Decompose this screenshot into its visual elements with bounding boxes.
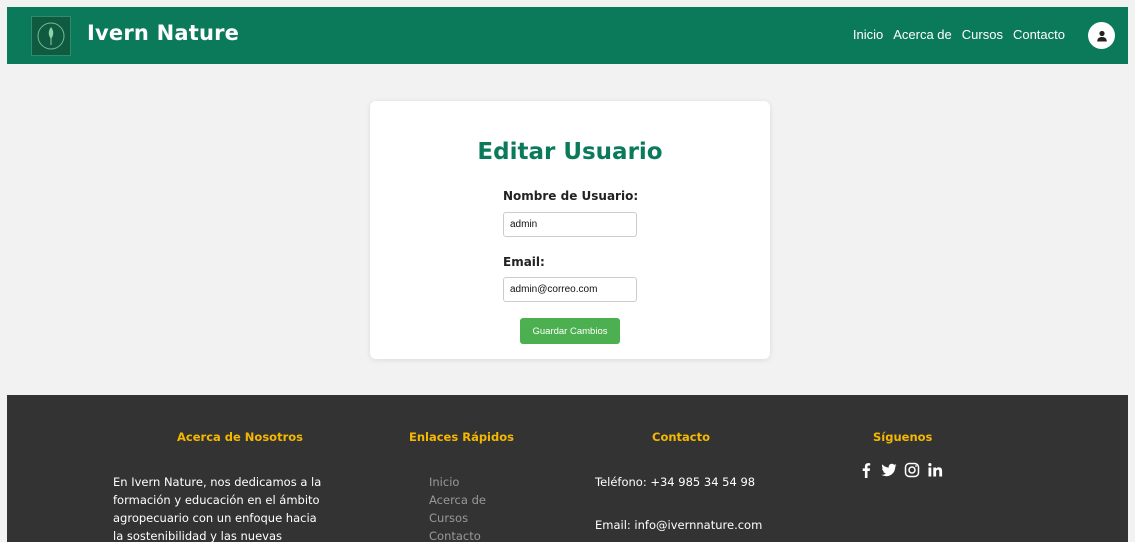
instagram-icon[interactable] [903,461,921,479]
footer-links-heading: Enlaces Rápidos [409,430,514,444]
nav-link-inicio[interactable]: Inicio [853,27,883,42]
logo-icon [37,22,65,50]
footer-links-list: Inicio Acerca de Cursos Contacto [429,473,486,542]
footer: Acerca de Nosotros En Ivern Nature, nos … [7,395,1128,542]
page-title: Editar Usuario [477,139,663,165]
twitter-icon[interactable] [880,461,898,479]
about-line: formación y educación en el ámbito [113,493,320,507]
social-links [857,461,944,479]
footer-link-contacto[interactable]: Contacto [429,527,486,542]
top-navbar: Ivern Nature Inicio Acerca de Cursos Con… [7,7,1128,64]
footer-about-text: En Ivern Nature, nos dedicamos a la form… [113,473,321,542]
email-input[interactable] [503,277,637,302]
nav-link-contacto[interactable]: Contacto [1013,27,1065,42]
about-line: la sostenibilidad y las nuevas [113,529,283,542]
email-label: Email: [503,255,545,269]
about-line: agropecuario con un enfoque hacia [113,511,317,525]
nav-link-acerca[interactable]: Acerca de [893,27,952,42]
footer-link-acerca[interactable]: Acerca de [429,491,486,509]
main-nav: Inicio Acerca de Cursos Contacto [853,27,1065,42]
footer-contact-heading: Contacto [652,430,710,444]
brand-name[interactable]: Ivern Nature [87,21,239,45]
linkedin-icon[interactable] [926,461,944,479]
save-changes-button[interactable]: Guardar Cambios [520,318,620,344]
footer-phone: Teléfono: +34 985 34 54 98 [595,475,756,489]
edit-user-card: Editar Usuario Nombre de Usuario: Email:… [370,101,770,359]
nav-link-cursos[interactable]: Cursos [962,27,1003,42]
footer-about-heading: Acerca de Nosotros [177,430,303,444]
username-input[interactable] [503,212,637,237]
user-menu-button[interactable] [1088,22,1115,49]
facebook-icon[interactable] [857,461,875,479]
footer-social-heading: Síguenos [873,430,933,444]
username-label: Nombre de Usuario: [503,189,639,203]
logo[interactable] [31,16,71,56]
footer-link-inicio[interactable]: Inicio [429,473,486,491]
footer-email: Email: info@ivernnature.com [595,518,763,532]
user-icon [1096,30,1107,41]
about-line: En Ivern Nature, nos dedicamos a la [113,475,322,489]
footer-link-cursos[interactable]: Cursos [429,509,486,527]
